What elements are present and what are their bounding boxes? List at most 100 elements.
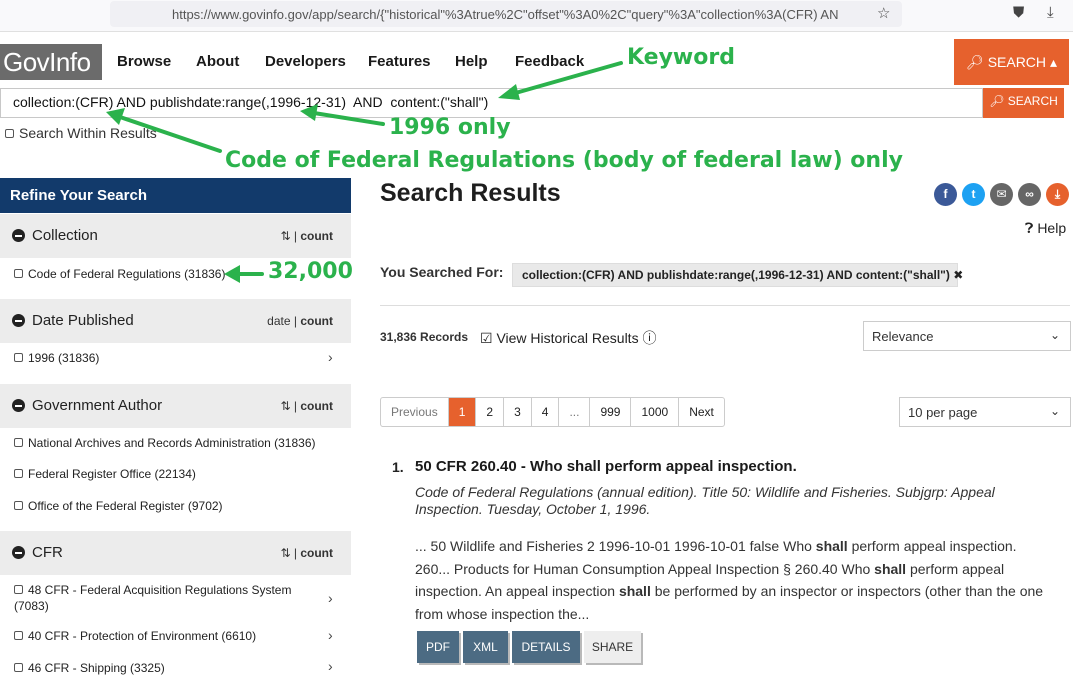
sort-alpha-icon[interactable]: ⇅ bbox=[280, 546, 290, 560]
download-icon[interactable]: ⤓ bbox=[1047, 4, 1054, 21]
result-meta: Code of Federal Regulations (annual edit… bbox=[415, 484, 995, 517]
search-input[interactable]: collection:(CFR) AND publishdate:range(,… bbox=[0, 88, 983, 118]
collapse-icon[interactable] bbox=[12, 314, 25, 327]
checkbox[interactable] bbox=[5, 129, 14, 138]
chevron-right-icon[interactable]: › bbox=[328, 349, 333, 365]
nav-browse[interactable]: Browse bbox=[117, 53, 171, 70]
details-button[interactable]: DETAILS bbox=[512, 631, 580, 663]
facet-item[interactable]: 46 CFR - Shipping (3325) bbox=[14, 660, 334, 676]
pocket-icon[interactable]: ⛊ bbox=[1013, 4, 1024, 21]
checkbox[interactable] bbox=[14, 353, 23, 362]
facet-item-label: Federal Register Office (22134) bbox=[28, 467, 196, 481]
sort-date[interactable]: date bbox=[267, 314, 290, 328]
result-snippet: ... 50 Wildlife and Fisheries 2 1996-10-… bbox=[415, 535, 1045, 625]
search-icon: 🔎︎ bbox=[989, 94, 1005, 108]
nav-about[interactable]: About bbox=[196, 53, 239, 70]
collapse-icon[interactable] bbox=[12, 546, 25, 559]
search-within-results[interactable]: Search Within Results bbox=[5, 125, 157, 141]
sort-count[interactable]: count bbox=[300, 229, 333, 243]
close-icon[interactable]: ✖ bbox=[953, 268, 963, 282]
view-historical-toggle[interactable]: ☑ View Historical Results ⓘ bbox=[480, 328, 656, 348]
checkbox-checked-icon[interactable]: ☑ bbox=[480, 330, 493, 346]
page-next[interactable]: Next bbox=[679, 398, 724, 426]
checkbox[interactable] bbox=[14, 631, 23, 640]
facet-item[interactable]: 40 CFR - Protection of Environment (6610… bbox=[14, 628, 334, 644]
nav-feedback[interactable]: Feedback bbox=[515, 53, 584, 70]
collapse-icon[interactable] bbox=[12, 229, 25, 242]
facet-sort[interactable]: ⇅ | count bbox=[280, 229, 333, 243]
pdf-button[interactable]: PDF bbox=[417, 631, 459, 663]
record-count: 31,836 Records bbox=[380, 330, 469, 344]
facet-sort[interactable]: date | count bbox=[267, 314, 333, 328]
page-2[interactable]: 2 bbox=[476, 398, 505, 426]
sort-select[interactable]: Relevance ⌄ bbox=[863, 321, 1071, 351]
url-text[interactable]: https://www.govinfo.gov/app/search/{"his… bbox=[172, 7, 892, 22]
page-1000[interactable]: 1000 bbox=[631, 398, 680, 426]
sort-alpha-icon[interactable]: ⇅ bbox=[280, 229, 290, 243]
pagination: Previous 1 2 3 4 ... 999 1000 Next bbox=[380, 397, 725, 427]
facebook-icon[interactable]: f bbox=[934, 183, 957, 206]
facet-item[interactable]: National Archives and Records Administra… bbox=[14, 435, 334, 451]
result-number: 1. bbox=[392, 459, 404, 475]
facet-title: CFR bbox=[32, 544, 63, 561]
checkbox[interactable] bbox=[14, 663, 23, 672]
star-icon[interactable]: ☆ bbox=[877, 4, 890, 22]
annotation-keyword: Keyword bbox=[627, 45, 735, 70]
checkbox[interactable] bbox=[14, 469, 23, 478]
facet-collection-header[interactable]: Collection ⇅ | count bbox=[0, 214, 351, 258]
nav-features[interactable]: Features bbox=[368, 53, 431, 70]
page-4[interactable]: 4 bbox=[532, 398, 560, 426]
chevron-right-icon[interactable]: › bbox=[328, 627, 333, 643]
search-button[interactable]: 🔎︎ SEARCH bbox=[983, 88, 1064, 118]
result-title[interactable]: 50 CFR 260.40 - Who shall perform appeal… bbox=[415, 458, 797, 475]
query-chip[interactable]: collection:(CFR) AND publishdate:range(,… bbox=[512, 263, 963, 287]
checkbox[interactable] bbox=[14, 585, 23, 594]
facet-item[interactable]: Office of the Federal Register (9702) bbox=[14, 498, 334, 514]
sort-alpha-icon[interactable]: ⇅ bbox=[280, 399, 290, 413]
chevron-right-icon[interactable]: › bbox=[328, 590, 333, 606]
page-999[interactable]: 999 bbox=[590, 398, 632, 426]
facet-cfr-header[interactable]: CFR ⇅ | count bbox=[0, 531, 351, 575]
sort-count[interactable]: count bbox=[300, 546, 333, 560]
search-query-text[interactable]: collection:(CFR) AND publishdate:range(,… bbox=[13, 94, 488, 110]
facet-sort[interactable]: ⇅ | count bbox=[280, 546, 333, 560]
facet-date-header[interactable]: Date Published date | count bbox=[0, 299, 351, 343]
browser-toolbar: ⛉ 🔒︎ https://www.govinfo.gov/app/search/… bbox=[0, 0, 1073, 32]
checkbox[interactable] bbox=[14, 269, 23, 278]
chevron-down-icon: ⌄ bbox=[1049, 328, 1060, 342]
caret-up-icon: ▴ bbox=[1049, 54, 1057, 70]
address-bar[interactable]: https://www.govinfo.gov/app/search/{"his… bbox=[110, 1, 902, 27]
facet-item[interactable]: 1996 (31836) bbox=[14, 350, 334, 366]
twitter-icon[interactable]: t bbox=[962, 183, 985, 206]
share-button[interactable]: SHARE bbox=[584, 631, 641, 663]
per-page-select[interactable]: 10 per page ⌄ bbox=[899, 397, 1071, 427]
xml-button[interactable]: XML bbox=[463, 631, 508, 663]
facet-author-header[interactable]: Government Author ⇅ | count bbox=[0, 384, 351, 428]
help-link[interactable]: ❓︎ Help bbox=[1025, 220, 1066, 237]
checkbox[interactable] bbox=[14, 438, 23, 447]
facet-item[interactable]: 48 CFR - Federal Acquisition Regulations… bbox=[14, 582, 314, 614]
search-icon: 🔎︎ bbox=[966, 54, 984, 70]
link-icon[interactable]: ∞ bbox=[1018, 183, 1041, 206]
facet-item[interactable]: Federal Register Office (22134) bbox=[14, 466, 334, 482]
page-previous[interactable]: Previous bbox=[381, 398, 449, 426]
chevron-right-icon[interactable]: › bbox=[328, 658, 333, 674]
page-3[interactable]: 3 bbox=[504, 398, 532, 426]
collapse-icon[interactable] bbox=[12, 399, 25, 412]
nav-help[interactable]: Help bbox=[455, 53, 488, 70]
sort-count[interactable]: count bbox=[300, 314, 333, 328]
checkbox[interactable] bbox=[14, 501, 23, 510]
email-icon[interactable]: ✉ bbox=[990, 183, 1013, 206]
facet-item-label: 48 CFR - Federal Acquisition Regulations… bbox=[14, 583, 292, 613]
annotation-collection: Code of Federal Regulations (body of fed… bbox=[225, 148, 903, 173]
facet-sort[interactable]: ⇅ | count bbox=[280, 399, 333, 413]
facet-item-label: Office of the Federal Register (9702) bbox=[28, 499, 223, 513]
govinfo-logo[interactable]: GovInfo bbox=[0, 44, 102, 80]
info-icon[interactable]: ⓘ bbox=[642, 330, 656, 346]
nav-developers[interactable]: Developers bbox=[265, 53, 346, 70]
sort-count[interactable]: count bbox=[300, 399, 333, 413]
top-search-button[interactable]: 🔎︎ SEARCH ▴ bbox=[954, 39, 1069, 85]
help-label: Help bbox=[1037, 220, 1067, 236]
page-1[interactable]: 1 bbox=[448, 398, 477, 426]
download-icon[interactable]: ⤓ bbox=[1046, 183, 1069, 206]
